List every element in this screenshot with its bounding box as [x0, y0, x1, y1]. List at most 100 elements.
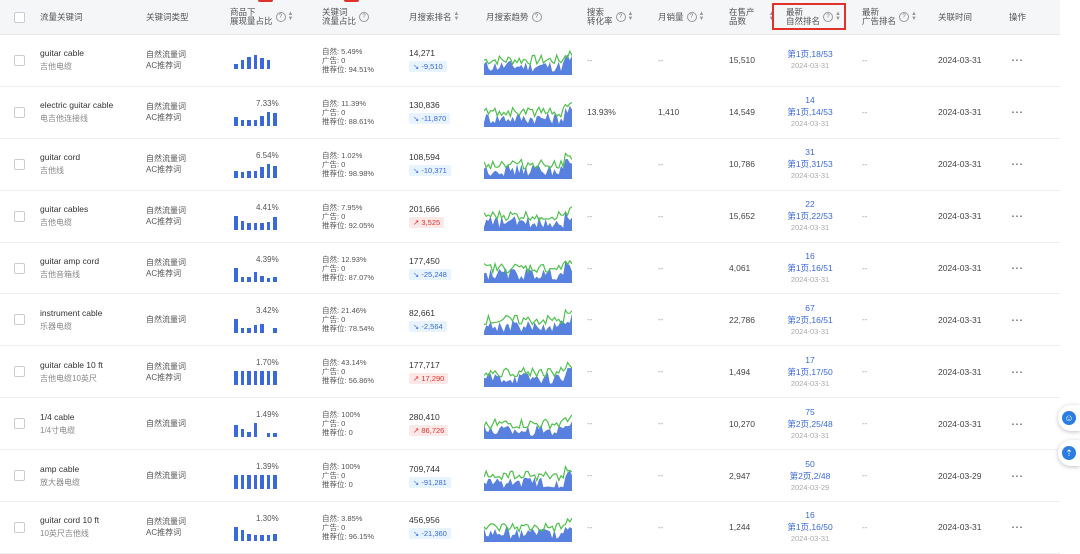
trend-cell[interactable] [484, 35, 572, 86]
search-trend-sparkline[interactable] [484, 461, 572, 491]
trend-cell[interactable] [484, 346, 572, 397]
row-checkbox[interactable] [14, 158, 25, 170]
search-trend-sparkline[interactable] [484, 253, 572, 283]
natural-rank-position[interactable]: 第1页,16/51 [787, 262, 832, 274]
natural-rank-position[interactable]: 第1页,31/53 [787, 158, 832, 170]
sort-arrows-icon[interactable]: ▲ ▼ [288, 11, 294, 22]
natural-rank-position[interactable]: 第2页,2/48 [790, 470, 831, 482]
more-dots-icon[interactable]: ⋯ [1011, 469, 1024, 483]
ad-rank: -- [862, 471, 868, 481]
question-circle-icon[interactable]: ? [359, 12, 370, 22]
header-rank[interactable]: 月搜索排名 ▲ ▼ [409, 0, 459, 34]
natural-rank-number: 17 [805, 354, 815, 365]
monthly-rank: 82,661 [409, 307, 435, 318]
keyword-en[interactable]: electric guitar cable [40, 100, 113, 110]
trend-cell[interactable] [484, 191, 572, 242]
more-dots-icon[interactable]: ⋯ [1011, 261, 1024, 275]
question-circle-icon[interactable]: ? [275, 12, 286, 22]
ops-cell: ⋯ [1011, 139, 1024, 190]
sales-cell: -- [658, 398, 663, 449]
ops-cell: ⋯ [1011, 346, 1024, 397]
keyword-en[interactable]: guitar cord 10 ft [40, 515, 99, 525]
trend-cell[interactable] [484, 294, 572, 345]
natural-rank-position[interactable]: 第2页,16/51 [787, 314, 832, 326]
row-checkbox[interactable] [14, 314, 25, 326]
row-checkbox[interactable] [14, 262, 25, 274]
row-checkbox[interactable] [14, 521, 25, 533]
more-dots-icon[interactable]: ⋯ [1011, 313, 1024, 327]
more-dots-icon[interactable]: ⋯ [1011, 417, 1024, 431]
ops-cell: ⋯ [1011, 398, 1024, 449]
search-trend-sparkline[interactable] [484, 201, 572, 232]
natural-rank-position[interactable]: 第1页,18/53 [787, 48, 832, 60]
header-conv[interactable]: 搜索 转化率? ▲ ▼ [587, 0, 633, 34]
natural-rank-position[interactable]: 第1页,17/50 [787, 366, 832, 378]
trend-cell[interactable] [484, 450, 572, 501]
row-checkbox[interactable] [14, 470, 25, 482]
header-ad[interactable]: 最新 广告排名? ▲ ▼ [862, 0, 917, 34]
sort-arrows-icon[interactable]: ▲ ▼ [628, 11, 634, 22]
keyword-en[interactable]: guitar cable 10 ft [40, 360, 103, 370]
share-bar [234, 371, 238, 386]
share-bar [240, 172, 244, 178]
share-value: 1.39% [256, 462, 279, 472]
back-to-top-button[interactable]: ⇡ [1058, 440, 1080, 466]
share-cell: 1.39% [234, 450, 279, 501]
search-trend-sparkline[interactable] [484, 512, 572, 543]
search-trend-sparkline[interactable] [484, 45, 572, 76]
trend-cell[interactable] [484, 87, 572, 138]
natural-rank-position[interactable]: 第1页,14/53 [787, 106, 832, 118]
keyword-en[interactable]: instrument cable [40, 308, 102, 318]
row-checkbox[interactable] [14, 106, 25, 118]
trend-cell[interactable] [484, 502, 572, 553]
more-dots-icon[interactable]: ⋯ [1011, 520, 1024, 534]
row-checkbox[interactable] [14, 418, 25, 430]
select-all-checkbox[interactable] [14, 11, 25, 23]
question-circle-icon[interactable]: ? [615, 12, 626, 22]
more-dots-icon[interactable]: ⋯ [1011, 365, 1024, 379]
keyword-en[interactable]: guitar cable [40, 48, 84, 58]
keyword-en[interactable]: guitar cord [40, 152, 80, 162]
sales-cell: -- [658, 35, 663, 86]
natural-rank-position[interactable]: 第2页,25/48 [787, 418, 832, 430]
conv-cell: -- [587, 139, 592, 190]
row-checkbox[interactable] [14, 210, 25, 222]
flow-share-line: 广告: 0 [322, 159, 346, 169]
more-dots-icon[interactable]: ⋯ [1011, 53, 1024, 67]
trend-cell[interactable] [484, 398, 572, 449]
keyword-en[interactable]: guitar amp cord [40, 256, 99, 266]
search-trend-sparkline[interactable] [484, 357, 572, 387]
question-circle-icon[interactable]: ? [899, 12, 910, 22]
header-share[interactable]: 商品下 展现量占比 beta ?▲▼ [230, 0, 293, 34]
header-products[interactable]: 在售产 品数 ▲ ▼ [729, 0, 774, 34]
sort-arrows-icon[interactable]: ▲ ▼ [699, 11, 705, 22]
products-cell: 2,947 [729, 450, 750, 501]
trend-cell[interactable] [484, 139, 572, 190]
customer-service-button[interactable]: ☺ [1058, 405, 1080, 431]
search-trend-sparkline[interactable] [484, 305, 572, 335]
search-trend-sparkline[interactable] [484, 409, 572, 439]
ops-cell: ⋯ [1011, 87, 1024, 138]
more-dots-icon[interactable]: ⋯ [1011, 209, 1024, 223]
keyword-en[interactable]: guitar cables [40, 204, 88, 214]
header-sales[interactable]: 月销量? ▲ ▼ [658, 0, 704, 34]
sort-arrows-icon[interactable]: ▲ ▼ [911, 11, 917, 22]
natural-rank-position[interactable]: 第1页,22/53 [787, 210, 832, 222]
search-trend-sparkline[interactable] [484, 97, 572, 128]
keyword-en[interactable]: 1/4 cable [40, 412, 75, 422]
assoc-cell: 2024-03-31 [938, 398, 981, 449]
row-checkbox[interactable] [14, 54, 25, 66]
row-checkbox-cell [14, 243, 25, 294]
question-circle-icon[interactable]: ? [531, 12, 542, 22]
more-dots-icon[interactable]: ⋯ [1011, 157, 1024, 171]
trend-cell[interactable] [484, 243, 572, 294]
question-circle-icon[interactable]: ? [686, 12, 697, 22]
table-row: guitar cables 吉他电缆 自然流量词 AC推荐词 4.41% 自然: … [0, 191, 1060, 243]
more-dots-icon[interactable]: ⋯ [1011, 105, 1024, 119]
sort-arrows-icon[interactable]: ▲ ▼ [454, 11, 460, 22]
keyword-en[interactable]: amp cable [40, 464, 80, 474]
natural-rank-position[interactable]: 第1页,16/50 [787, 521, 832, 533]
share-bar [234, 267, 238, 282]
row-checkbox[interactable] [14, 366, 25, 378]
search-trend-sparkline[interactable] [484, 149, 572, 180]
